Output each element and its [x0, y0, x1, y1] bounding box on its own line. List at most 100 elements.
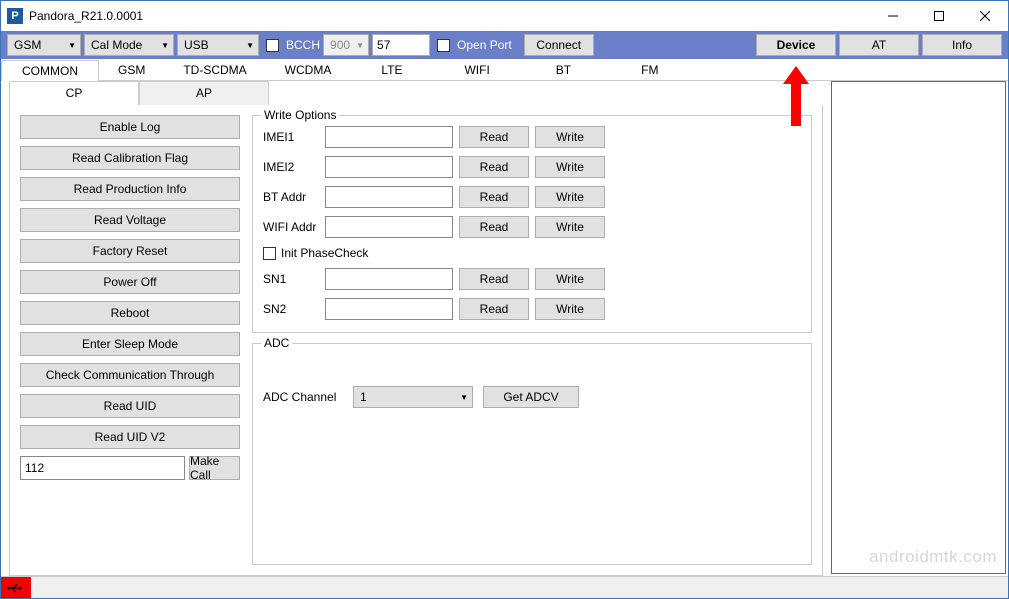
bcch-band-dropdown[interactable]: 900▼ — [323, 34, 369, 56]
power-off-button[interactable]: Power Off — [20, 270, 240, 294]
mode-dropdown-value: GSM — [14, 38, 41, 52]
bt-addr-read-button[interactable]: Read — [459, 186, 529, 208]
sn2-label: SN2 — [263, 302, 319, 316]
enter-sleep-mode-button[interactable]: Enter Sleep Mode — [20, 332, 240, 356]
wifi-addr-read-button[interactable]: Read — [459, 216, 529, 238]
app-icon: P — [7, 8, 23, 24]
chevron-down-icon: ▼ — [454, 393, 468, 402]
device-button[interactable]: Device — [756, 34, 836, 56]
adc-legend: ADC — [261, 336, 292, 350]
adc-fieldset: ADC ADC Channel 1▼ Get ADCV — [252, 343, 812, 565]
cal-dropdown[interactable]: Cal Mode ▼ — [84, 34, 174, 56]
window-controls — [870, 1, 1008, 31]
sn1-label: SN1 — [263, 272, 319, 286]
init-phasecheck-label: Init PhaseCheck — [281, 246, 368, 260]
sn2-row: SN2 Read Write — [263, 298, 801, 320]
sn2-input[interactable] — [325, 298, 453, 320]
adc-row: ADC Channel 1▼ Get ADCV — [263, 386, 801, 408]
window-title: Pandora_R21.0.0001 — [29, 9, 143, 23]
log-panel: androidmtk.com — [831, 81, 1006, 574]
close-button[interactable] — [962, 1, 1008, 31]
imei2-label: IMEI2 — [263, 160, 319, 174]
chevron-down-icon: ▼ — [350, 41, 364, 50]
chevron-down-icon: ▼ — [240, 41, 254, 50]
sn1-read-button[interactable]: Read — [459, 268, 529, 290]
open-port-checkbox[interactable] — [437, 39, 450, 52]
call-number-input[interactable] — [20, 456, 185, 480]
check-comm-button[interactable]: Check Communication Through — [20, 363, 240, 387]
sn1-write-button[interactable]: Write — [535, 268, 605, 290]
wifi-addr-input[interactable] — [325, 216, 453, 238]
subtab-ap[interactable]: AP — [139, 81, 269, 105]
bt-addr-input[interactable] — [325, 186, 453, 208]
at-button[interactable]: AT — [839, 34, 919, 56]
main-tabs: COMMON GSM TD-SCDMA WCDMA LTE WIFI BT FM — [1, 59, 1008, 81]
chevron-down-icon: ▼ — [62, 41, 76, 50]
imei1-write-button[interactable]: Write — [535, 126, 605, 148]
read-production-info-button[interactable]: Read Production Info — [20, 177, 240, 201]
chevron-down-icon: ▼ — [155, 41, 169, 50]
imei1-row: IMEI1 Read Write — [263, 126, 801, 148]
tab-lte[interactable]: LTE — [350, 59, 433, 80]
init-phasecheck-checkbox[interactable] — [263, 247, 276, 260]
read-calibration-flag-button[interactable]: Read Calibration Flag — [20, 146, 240, 170]
imei2-read-button[interactable]: Read — [459, 156, 529, 178]
conn-dropdown-value: USB — [184, 38, 209, 52]
wifi-addr-label: WIFI Addr — [263, 220, 319, 234]
sn2-write-button[interactable]: Write — [535, 298, 605, 320]
enable-log-button[interactable]: Enable Log — [20, 115, 240, 139]
reboot-button[interactable]: Reboot — [20, 301, 240, 325]
main-area: CP AP Enable Log Read Calibration Flag R… — [1, 81, 1008, 576]
minimize-button[interactable] — [870, 1, 916, 31]
bcch-channel-input[interactable] — [372, 34, 430, 56]
tab-wcdma[interactable]: WCDMA — [266, 59, 351, 80]
sn1-input[interactable] — [325, 268, 453, 290]
maximize-button[interactable] — [916, 1, 962, 31]
usb-status-indicator — [1, 577, 31, 598]
subtab-cp[interactable]: CP — [9, 81, 139, 105]
factory-reset-button[interactable]: Factory Reset — [20, 239, 240, 263]
subtabs: CP AP — [9, 81, 823, 105]
imei2-write-button[interactable]: Write — [535, 156, 605, 178]
imei1-input[interactable] — [325, 126, 453, 148]
tab-tdscdma[interactable]: TD-SCDMA — [164, 59, 265, 80]
right-column: Write Options IMEI1 Read Write IMEI2 Rea… — [252, 115, 812, 565]
mode-dropdown[interactable]: GSM ▼ — [7, 34, 81, 56]
imei1-label: IMEI1 — [263, 130, 319, 144]
imei2-row: IMEI2 Read Write — [263, 156, 801, 178]
tab-bt[interactable]: BT — [521, 59, 606, 80]
tab-wifi[interactable]: WIFI — [433, 59, 520, 80]
read-voltage-button[interactable]: Read Voltage — [20, 208, 240, 232]
read-uid-v2-button[interactable]: Read UID V2 — [20, 425, 240, 449]
init-phasecheck-row: Init PhaseCheck — [263, 246, 801, 260]
app-window: P Pandora_R21.0.0001 GSM ▼ Cal Mode ▼ USB ▼… — [0, 0, 1009, 599]
watermark: androidmtk.com — [869, 547, 997, 567]
info-button[interactable]: Info — [922, 34, 1002, 56]
conn-dropdown[interactable]: USB ▼ — [177, 34, 259, 56]
cal-dropdown-value: Cal Mode — [91, 38, 142, 52]
wifi-addr-write-button[interactable]: Write — [535, 216, 605, 238]
tab-fm[interactable]: FM — [606, 59, 693, 80]
bt-addr-label: BT Addr — [263, 190, 319, 204]
get-adcv-button[interactable]: Get ADCV — [483, 386, 579, 408]
subtab-body: Enable Log Read Calibration Flag Read Pr… — [9, 105, 823, 576]
sn1-row: SN1 Read Write — [263, 268, 801, 290]
read-uid-button[interactable]: Read UID — [20, 394, 240, 418]
bcch-checkbox[interactable] — [266, 39, 279, 52]
statusbar — [1, 576, 1008, 598]
imei2-input[interactable] — [325, 156, 453, 178]
bt-addr-write-button[interactable]: Write — [535, 186, 605, 208]
usb-icon — [7, 582, 25, 594]
left-main-panel: CP AP Enable Log Read Calibration Flag R… — [1, 81, 831, 576]
adc-channel-value: 1 — [360, 390, 367, 404]
adc-channel-label: ADC Channel — [263, 390, 343, 404]
make-call-button[interactable]: Make Call — [189, 456, 240, 480]
adc-channel-dropdown[interactable]: 1▼ — [353, 386, 473, 408]
sn2-read-button[interactable]: Read — [459, 298, 529, 320]
toolbar: GSM▼ Cal Mode▼ USB▼ BCCH 900▼ Open Port … — [1, 31, 1008, 59]
imei1-read-button[interactable]: Read — [459, 126, 529, 148]
tab-gsm[interactable]: GSM — [99, 59, 164, 80]
call-row: Make Call — [20, 456, 240, 480]
connect-button[interactable]: Connect — [524, 34, 594, 56]
tab-common[interactable]: COMMON — [1, 60, 99, 81]
